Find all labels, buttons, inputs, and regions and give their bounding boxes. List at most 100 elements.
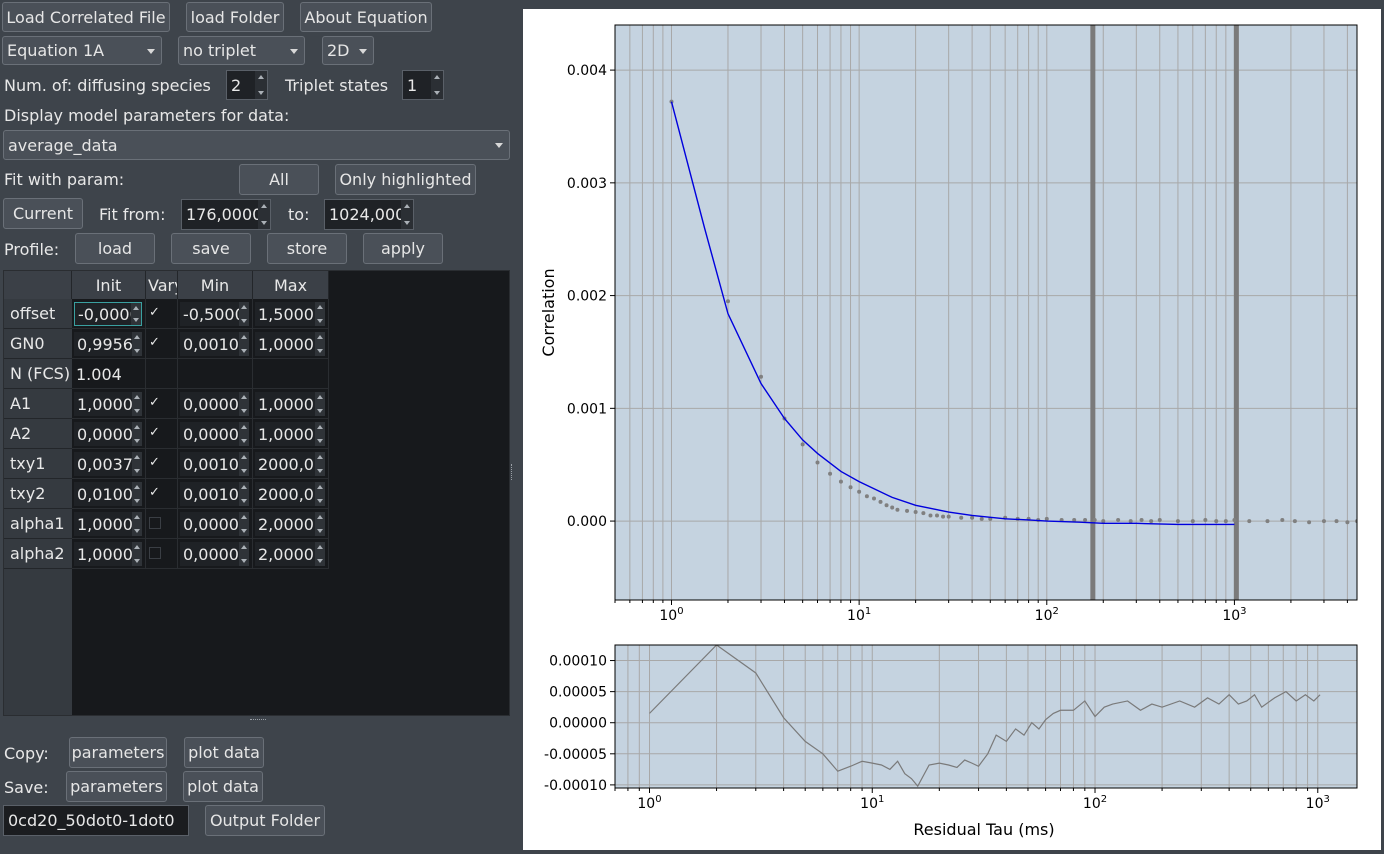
profile-store-button[interactable]: store [267, 233, 347, 264]
row-header-txy2[interactable]: txy2 [4, 479, 72, 509]
profile-apply-button[interactable]: apply [363, 233, 443, 264]
spin-arrows-icon[interactable] [132, 422, 142, 446]
equation-select[interactable]: Equation 1A [2, 36, 162, 65]
spin-arrows-icon[interactable] [131, 303, 141, 325]
row-header-alpha1[interactable]: alpha1 [4, 509, 72, 539]
spin-arrows-icon[interactable] [239, 332, 249, 356]
init-spinbox[interactable]: 1,0000 [74, 392, 142, 416]
splitter-handle[interactable] [250, 719, 266, 722]
max-spinbox[interactable]: 2,0000 [255, 542, 325, 566]
max-spinbox[interactable]: 1,5000 [255, 302, 325, 326]
init-spinbox[interactable]: 0,0100 [74, 482, 142, 506]
min-spinbox[interactable]: 0,0000 [180, 392, 249, 416]
spin-arrows-icon[interactable] [239, 542, 249, 566]
spin-arrows-icon[interactable] [239, 392, 249, 416]
row-header-txy1[interactable]: txy1 [4, 449, 72, 479]
spin-arrows-icon[interactable] [239, 452, 249, 476]
dimension-select[interactable]: 2D [322, 36, 374, 65]
vary-checkbox-unchecked[interactable] [149, 517, 161, 529]
plots-canvas[interactable]: 100 101 102 103 0.000 0.001 0.002 0.003 0.004 Cor… [523, 9, 1381, 850]
save-plot-data-button[interactable]: plot data [183, 771, 263, 802]
min-spinbox[interactable]: 0,0000 [180, 422, 249, 446]
current-button[interactable]: Current [3, 198, 83, 229]
spin-arrows-icon[interactable] [315, 392, 325, 416]
row-header-alpha2[interactable]: alpha2 [4, 539, 72, 569]
min-spinbox[interactable]: 0,0000 [180, 512, 249, 536]
max-spinbox[interactable]: 1,0000 [255, 422, 325, 446]
vary-checkbox-unchecked[interactable] [149, 547, 161, 559]
fit-from-spinbox[interactable]: 176,0000 [181, 199, 271, 230]
max-spinbox[interactable]: 2000,0 [255, 482, 325, 506]
max-spinbox[interactable]: 2000,0 [255, 452, 325, 476]
row-header-a1[interactable]: A1 [4, 389, 72, 419]
fit-only-highlighted-button[interactable]: Only highlighted [335, 164, 476, 195]
spin-arrows-icon[interactable] [239, 512, 249, 536]
column-header-vary[interactable]: Vary [146, 271, 178, 299]
vertical-splitter-handle[interactable] [511, 464, 514, 480]
copy-plot-data-button[interactable]: plot data [184, 737, 264, 768]
spin-arrows-icon[interactable] [315, 482, 325, 506]
max-spinbox[interactable]: 1,0000 [255, 392, 325, 416]
dataset-select[interactable]: average_data [3, 130, 510, 160]
spin-arrows-icon[interactable] [315, 542, 325, 566]
num-species-spinbox[interactable]: 2 [226, 70, 268, 100]
spin-arrows-icon[interactable] [255, 71, 267, 99]
min-spinbox[interactable]: 0,0010 [180, 332, 249, 356]
profile-save-button[interactable]: save [171, 233, 251, 264]
spin-arrows-icon[interactable] [132, 482, 142, 506]
spin-arrows-icon[interactable] [258, 200, 270, 229]
vary-checkbox-checked[interactable]: ✓ [149, 486, 161, 499]
spin-arrows-icon[interactable] [315, 302, 325, 326]
fit-to-spinbox[interactable]: 1024,0000 [324, 199, 414, 230]
min-spinbox[interactable]: -0,5000 [180, 302, 249, 326]
spin-arrows-icon[interactable] [132, 332, 142, 356]
profile-load-button[interactable]: load [75, 233, 155, 264]
spin-arrows-icon[interactable] [315, 452, 325, 476]
init-spinbox[interactable]: 1,0000 [74, 512, 142, 536]
vary-checkbox-checked[interactable]: ✓ [149, 426, 161, 439]
row-header-n-fcs-[interactable]: N (FCS) [4, 359, 72, 389]
spin-arrows-icon[interactable] [431, 71, 443, 99]
init-spinbox[interactable]: 0,0037 [74, 452, 142, 476]
load-correlated-file-button[interactable]: Load Correlated File [2, 2, 170, 32]
vary-checkbox-checked[interactable]: ✓ [149, 336, 161, 349]
output-folder-button[interactable]: Output Folder [205, 805, 325, 836]
max-spinbox[interactable]: 2,0000 [255, 512, 325, 536]
output-filename-input[interactable]: 0cd20_50dot0-1dot0 [3, 805, 189, 836]
column-header-max[interactable]: Max [253, 271, 329, 299]
triplet-mode-select[interactable]: no triplet [178, 36, 305, 65]
save-parameters-button[interactable]: parameters [66, 771, 167, 802]
init-spinbox[interactable]: 0,0000 [74, 422, 142, 446]
min-spinbox[interactable]: 0,0010 [180, 482, 249, 506]
vary-checkbox-checked[interactable]: ✓ [149, 306, 161, 319]
vary-checkbox-checked[interactable]: ✓ [149, 456, 161, 469]
spin-arrows-icon[interactable] [132, 512, 142, 536]
min-spinbox[interactable]: 0,0000 [180, 542, 249, 566]
fit-all-button[interactable]: All [239, 164, 319, 195]
load-folder-button[interactable]: load Folder [186, 2, 284, 32]
spin-arrows-icon[interactable] [315, 422, 325, 446]
init-spinbox[interactable]: 0,9956 [74, 332, 142, 356]
row-header-a2[interactable]: A2 [4, 419, 72, 449]
vary-checkbox-checked[interactable]: ✓ [149, 396, 161, 409]
spin-arrows-icon[interactable] [315, 332, 325, 356]
init-spinbox[interactable]: 1,0000 [74, 542, 142, 566]
copy-parameters-button[interactable]: parameters [69, 737, 167, 768]
spin-arrows-icon[interactable] [401, 200, 413, 229]
min-spinbox[interactable]: 0,0010 [180, 452, 249, 476]
spin-arrows-icon[interactable] [239, 422, 249, 446]
column-header-min[interactable]: Min [178, 271, 253, 299]
spin-arrows-icon[interactable] [239, 482, 249, 506]
column-header-init[interactable]: Init [72, 271, 146, 299]
spin-arrows-icon[interactable] [239, 302, 249, 326]
max-spinbox[interactable]: 1,0000 [255, 332, 325, 356]
row-header-offset[interactable]: offset [4, 299, 72, 329]
spin-arrows-icon[interactable] [132, 542, 142, 566]
spin-arrows-icon[interactable] [132, 392, 142, 416]
about-equation-button[interactable]: About Equation [300, 2, 432, 32]
spin-arrows-icon[interactable] [315, 512, 325, 536]
init-spinbox[interactable]: -0,0000 [74, 302, 142, 326]
triplet-states-spinbox[interactable]: 1 [402, 70, 444, 100]
row-header-gn0[interactable]: GN0 [4, 329, 72, 359]
spin-arrows-icon[interactable] [132, 452, 142, 476]
